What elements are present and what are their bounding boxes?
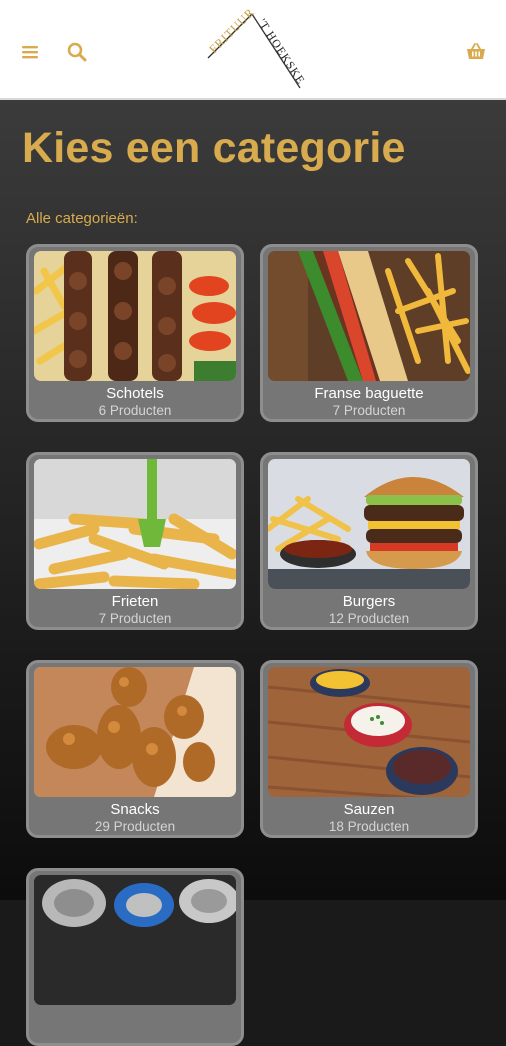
category-card-schotels[interactable]: Schotels 6 Producten [26,244,244,422]
category-card-drinks[interactable] [26,868,244,1046]
section-label: Alle categorieën: [26,210,138,227]
category-name: Schotels [106,385,164,402]
category-card-snacks[interactable]: Snacks 29 Producten [26,660,244,838]
logo-text-hoekske: 'T HOEKSKE [255,17,306,87]
category-image-snacks [34,667,236,797]
category-product-count: 6 Producten [98,403,172,418]
hamburger-menu-icon [22,46,38,59]
category-name: Frieten [111,593,159,610]
category-card-burgers[interactable]: Burgers 12 Producten [260,452,478,630]
category-product-count: 12 Producten [328,611,410,626]
category-name: Sauzen [343,801,395,818]
category-card-sauzen[interactable]: Sauzen 18 Producten [260,660,478,838]
shopping-basket-icon [467,43,485,59]
category-card-frieten[interactable]: Frieten 7 Producten [26,452,244,630]
cart-button[interactable] [464,40,488,64]
category-name: Franse baguette [314,385,424,402]
category-image-frieten [34,459,236,589]
category-image-drinks [34,875,236,1005]
category-card-franse-baguette[interactable]: Franse baguette 7 Producten [260,244,478,422]
category-product-count: 29 Producten [94,819,176,834]
menu-button[interactable] [18,40,42,64]
logo-text-frituur: FRITUUR [206,6,257,56]
category-product-count: 18 Producten [328,819,410,834]
category-name: Burgers [342,593,396,610]
category-image-franse-baguette [268,251,470,381]
category-name: Snacks [110,801,160,818]
category-product-count: 7 Producten [332,403,406,418]
category-image-burgers [268,459,470,589]
category-image-schotels [34,251,236,381]
logo[interactable]: FRITUUR 'T HOEKSKE [200,5,310,94]
search-icon [67,42,87,62]
category-image-sauzen [268,667,470,797]
main-content: Kies een categorie Alle categorieën: Sch… [0,100,506,1046]
app-header: FRITUUR 'T HOEKSKE [0,0,506,100]
page-title: Kies een categorie [22,124,406,172]
search-button[interactable] [65,40,89,64]
category-product-count: 7 Producten [98,611,172,626]
